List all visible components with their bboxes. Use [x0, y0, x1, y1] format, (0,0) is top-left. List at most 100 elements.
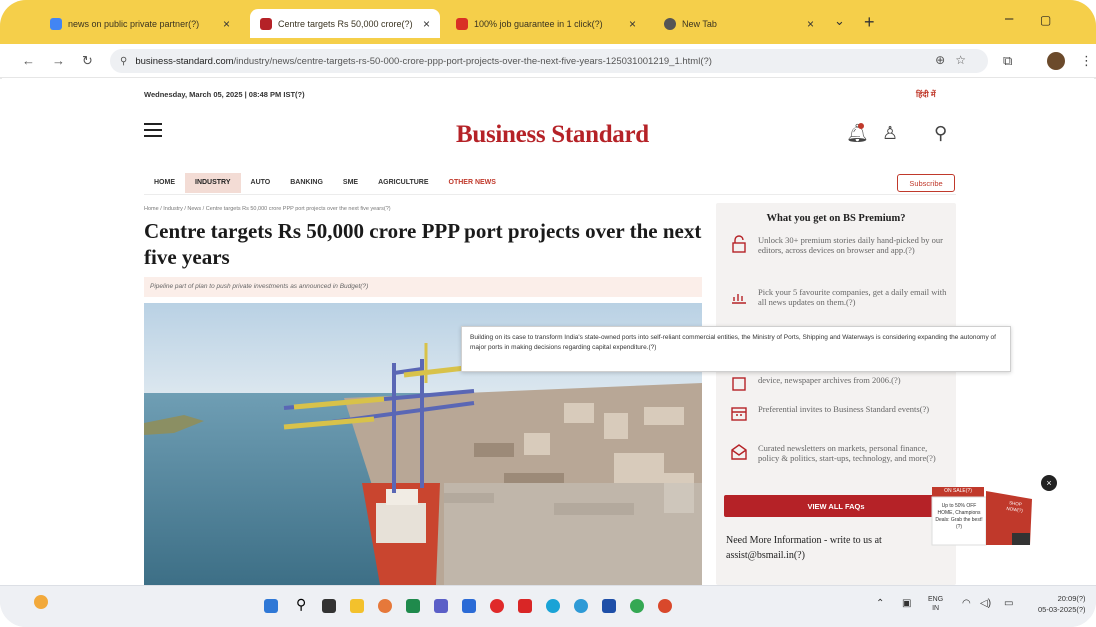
nav-banking[interactable]: BANKING — [280, 173, 333, 193]
app-icon-blue[interactable] — [462, 599, 476, 613]
feature-text: Unlock 30+ premium stories daily hand-pi… — [758, 235, 943, 255]
windows-taskbar: ⚲ ⌃ ▣ ENG IN ◠ ◁) ▭ 20:09(?) 05-03-2025(?) — [0, 585, 1096, 627]
profile-avatar[interactable] — [1047, 52, 1065, 70]
premium-sidebar: What you get on BS Premium? Unlock 30+ p… — [716, 203, 956, 585]
nav-auto[interactable]: AUTO — [241, 173, 281, 193]
site-info-icon[interactable]: ⚲ — [120, 56, 127, 67]
tab-news-search[interactable]: news on public private partner(?) × — [40, 9, 240, 38]
app-icon-l[interactable] — [602, 599, 616, 613]
volume-icon[interactable]: ◁) — [980, 598, 991, 609]
unlock-icon — [732, 235, 746, 253]
teams-icon[interactable] — [434, 599, 448, 613]
minimize-icon[interactable]: – — [1005, 10, 1013, 27]
tab-title: New Tab — [682, 18, 717, 29]
url-host: business-standard.com — [135, 55, 234, 67]
chart-icon — [732, 294, 746, 304]
ad-text: Up to 50% OFF HOME, Champions Deals: Gra… — [935, 503, 983, 530]
bookmark-star-icon[interactable]: ☆ — [955, 53, 976, 67]
business-standard-favicon-icon — [260, 17, 272, 30]
address-bar[interactable]: ⚲ business-standard.com/industry/news/ce… — [110, 49, 988, 73]
close-icon[interactable]: × — [223, 17, 230, 31]
dateline: Wednesday, March 05, 2025 | 08:48 PM IST… — [144, 90, 305, 99]
close-icon[interactable]: × — [629, 17, 636, 31]
user-account-icon[interactable]: ♙ — [882, 123, 898, 144]
web-page: Wednesday, March 05, 2025 | 08:48 PM IST… — [0, 79, 1096, 585]
need-more-info[interactable]: Need More Information - write to us at a… — [726, 533, 946, 563]
extensions-icon[interactable]: ⧉ — [1003, 53, 1012, 69]
zoom-icon[interactable]: ⊕ — [935, 53, 955, 67]
premium-feature: Curated newsletters on markets, personal… — [730, 443, 950, 463]
opera-icon[interactable] — [490, 599, 504, 613]
nav-sme[interactable]: SME — [333, 173, 368, 193]
feature-text: Preferential invites to Business Standar… — [758, 404, 930, 414]
weather-icon[interactable] — [34, 595, 48, 609]
app-icon-colorful[interactable] — [378, 599, 392, 613]
tab-title: news on public private partner(?) — [68, 18, 200, 29]
browser-toolbar: ← → ↻ ⚲ business-standard.com/industry/n… — [0, 44, 1096, 78]
tab-new-tab[interactable]: New Tab × — [654, 9, 824, 38]
nav-home[interactable]: HOME — [144, 173, 185, 193]
powerpoint-icon[interactable] — [658, 599, 672, 613]
tab-search-icon[interactable]: ⌄ — [834, 13, 845, 29]
feature-text: Pick your 5 favourite companies, get a d… — [758, 287, 947, 307]
app-icon-teal[interactable] — [574, 599, 588, 613]
store-icon[interactable] — [406, 599, 420, 613]
task-view-icon[interactable] — [322, 599, 336, 613]
view-all-faqs-button[interactable]: VIEW ALL FAQs — [724, 495, 948, 517]
app-icon-red[interactable] — [518, 599, 532, 613]
edge-icon[interactable] — [546, 599, 560, 613]
clock-date: 05-03-2025(?) — [1038, 605, 1086, 614]
search-icon[interactable]: ⚲ — [934, 123, 947, 144]
system-clock[interactable]: 20:09(?) 05-03-2025(?) — [1038, 593, 1086, 615]
google-icon — [50, 17, 62, 30]
maximize-icon[interactable]: ▢ — [1040, 13, 1051, 27]
file-explorer-icon[interactable] — [350, 599, 364, 613]
subscribe-button[interactable]: Subscribe — [897, 174, 955, 192]
omnibox-actions: ⊕☆ — [935, 53, 976, 67]
chrome-taskbar-icon[interactable] — [630, 599, 644, 613]
premium-feature: Unlock 30+ premium stories daily hand-pi… — [730, 235, 950, 255]
tray-app-icon[interactable]: ▣ — [902, 598, 911, 609]
new-tab-icon[interactable]: + — [864, 12, 875, 33]
chrome-icon — [664, 17, 676, 30]
article-headline: Centre targets Rs 50,000 crore PPP port … — [144, 219, 702, 269]
taskbar-search-icon[interactable]: ⚲ — [296, 596, 310, 612]
premium-feature: Pick your 5 favourite companies, get a d… — [730, 287, 950, 307]
floating-ad[interactable]: ON SALE(?) Up to 50% OFF HOME, Champions… — [926, 487, 1038, 567]
menu-kebab-icon[interactable]: ⋮ — [1080, 53, 1093, 69]
nav-other-news[interactable]: OTHER NEWS — [439, 173, 506, 193]
forward-icon[interactable]: → — [52, 53, 65, 68]
clock-time: 20:09(?) — [1057, 594, 1086, 603]
language-indicator[interactable]: ENG IN — [928, 595, 943, 613]
newsletter-icon — [731, 444, 747, 460]
article-summary: Pipeline part of plan to push private in… — [144, 277, 702, 297]
reload-icon[interactable]: ↻ — [82, 53, 93, 69]
section-nav: HOME INDUSTRY AUTO BANKING SME AGRICULTU… — [144, 171, 956, 195]
link-tooltip: Building on its case to transform India'… — [461, 326, 1011, 372]
premium-feature: Preferential invites to Business Standar… — [730, 404, 950, 422]
notification-dot — [858, 123, 864, 129]
feature-text: device, newspaper archives from 2006.(?) — [758, 375, 901, 385]
battery-icon[interactable]: ▭ — [1004, 598, 1013, 609]
premium-feature: device, newspaper archives from 2006.(?) — [730, 375, 950, 393]
hindi-link[interactable]: हिंदी में — [916, 89, 936, 100]
close-icon[interactable]: × — [807, 17, 814, 31]
hamburger-menu-icon[interactable] — [144, 123, 162, 137]
nav-industry[interactable]: INDUSTRY — [185, 172, 241, 193]
region-code: IN — [932, 605, 940, 612]
tray-chevron-icon[interactable]: ⌃ — [876, 598, 884, 609]
start-icon[interactable] — [264, 599, 278, 613]
url-path: /industry/news/centre-targets-rs-50-000-… — [233, 55, 712, 67]
ad-close-icon[interactable]: × — [1041, 475, 1057, 491]
close-icon[interactable]: × — [423, 17, 430, 31]
brand-logo[interactable]: Business Standard — [456, 121, 649, 149]
tab-gmail[interactable]: 100% job guarantee in 1 click(?) × — [446, 9, 646, 38]
nav-agriculture[interactable]: AGRICULTURE — [368, 173, 438, 193]
wifi-icon[interactable]: ◠ — [962, 598, 971, 609]
back-icon[interactable]: ← — [22, 53, 35, 68]
breadcrumb[interactable]: Home / Industry / News / Centre targets … — [144, 206, 391, 212]
tab-title: Centre targets Rs 50,000 crore(?) — [278, 18, 413, 29]
feature-text: Curated newsletters on markets, personal… — [758, 443, 936, 463]
tab-title: 100% job guarantee in 1 click(?) — [474, 18, 603, 29]
tab-business-standard[interactable]: Centre targets Rs 50,000 crore(?) × — [250, 9, 440, 38]
